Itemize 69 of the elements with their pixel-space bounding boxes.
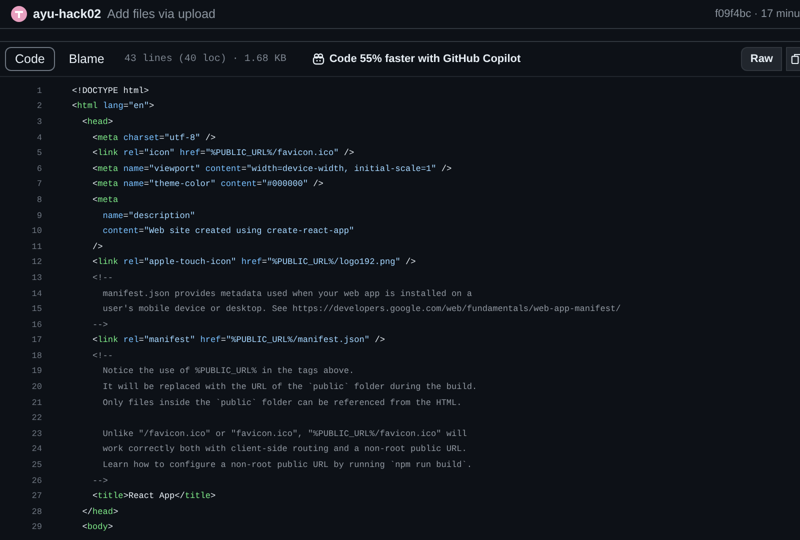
code-line: Notice the use of %PUBLIC_URL% in the tags above. (102, 366, 354, 376)
code-line: user's mobile device or desktop. See https://developers.google.com/web/fundamentals/web-app-manifest/ (102, 304, 621, 314)
copy-icon (791, 53, 800, 65)
line-number: 19 (30, 366, 42, 376)
code-line: <!-- (92, 350, 114, 361)
line-number: 25 (30, 460, 42, 470)
line-number: 21 (30, 398, 42, 408)
line-number: 4 (36, 132, 42, 143)
code-line: name="description" (102, 210, 196, 221)
line-number: 17 (30, 335, 42, 346)
code-line: --> (92, 320, 108, 330)
code-line: <!DOCTYPE html> (72, 86, 149, 96)
line-number: 20 (30, 382, 42, 392)
code-line: <html lang="en"> (72, 101, 154, 112)
code-line: <meta name="theme-color" content="#000000" /> (92, 179, 324, 190)
line-number: 11 (30, 242, 42, 252)
commit-author[interactable]: ayu-hack02 (33, 7, 102, 21)
line-number: 6 (36, 164, 42, 174)
code-line: Unlike "/favicon.ico" or "favicon.ico", "%PUBLIC_URL%/favicon.ico" will (102, 428, 467, 439)
code-line: <!-- (92, 272, 114, 283)
line-number: 22 (30, 413, 42, 424)
code-line: <body> (81, 522, 114, 532)
code-line: Learn how to configure a non-root public URL by running `npm run build`. (102, 460, 472, 470)
line-number: 15 (30, 304, 42, 314)
code-line: work correctly both with client-side routing and a non-root public URL. (102, 444, 467, 454)
code-line: It will be replaced with the URL of the `public` folder during the build. (102, 382, 478, 392)
code-line: <meta name="viewport" content="width=device-width, initial-scale=1" /> (92, 164, 452, 174)
code-line: <head> (81, 116, 114, 127)
code-line: <meta charset="utf-8" /> (92, 132, 216, 143)
code-line: --> (92, 476, 108, 486)
code-line: <link rel="apple-touch-icon" href="%PUBLIC_URL%/logo192.png" /> (92, 257, 416, 268)
code-line: content="Web site created using create-react-app" (102, 226, 354, 236)
code-line: <title>React App</title> (92, 491, 216, 502)
line-number: 5 (36, 148, 42, 158)
line-number: 23 (30, 428, 42, 439)
line-number: 24 (30, 444, 42, 454)
code-line: <link rel="manifest" href="%PUBLIC_URL%/manifest.json" /> (92, 335, 385, 346)
code-line: <link rel="icon" href="%PUBLIC_URL%/favicon.ico" /> (92, 148, 354, 158)
line-number: 27 (30, 491, 42, 502)
copilot-link[interactable]: Code 55% faster with GitHub Copilot (312, 53, 521, 65)
line-number: 28 (30, 506, 42, 517)
line-number: 13 (30, 272, 42, 283)
code-line: Only files inside the `public` folder can be referenced from the HTML. (102, 398, 462, 408)
commit-meta[interactable]: f09f4bc · 17 minu (715, 8, 800, 20)
code-line: <meta (92, 194, 118, 205)
code-line: manifest.json provides metadata used when your web app is installed on a (102, 288, 472, 299)
line-number: 10 (30, 226, 42, 236)
code-line: </head> (81, 506, 118, 517)
commit-message[interactable]: Add files via upload (107, 7, 216, 21)
view-tab[interactable]: Code (5, 47, 55, 71)
line-number: 3 (36, 116, 42, 127)
copilot-icon (312, 53, 326, 65)
line-number: 29 (30, 522, 42, 532)
line-number: 2 (36, 101, 42, 112)
line-number: 16 (30, 320, 42, 330)
copy-button[interactable] (786, 47, 800, 71)
line-number: 1 (36, 86, 42, 96)
code-line: /> (92, 242, 103, 252)
view-tab[interactable]: Blame (58, 47, 114, 71)
line-number: 26 (30, 476, 42, 486)
line-number: 14 (30, 288, 42, 299)
line-number: 9 (36, 210, 42, 221)
file-info: 43 lines (40 loc) · 1.68 KB (124, 54, 286, 64)
line-number: 8 (36, 194, 42, 205)
raw-button[interactable]: Raw (741, 47, 782, 71)
line-number: 12 (30, 257, 42, 268)
line-number: 7 (36, 179, 42, 190)
avatar-icon (11, 6, 27, 22)
line-number: 18 (30, 350, 42, 361)
